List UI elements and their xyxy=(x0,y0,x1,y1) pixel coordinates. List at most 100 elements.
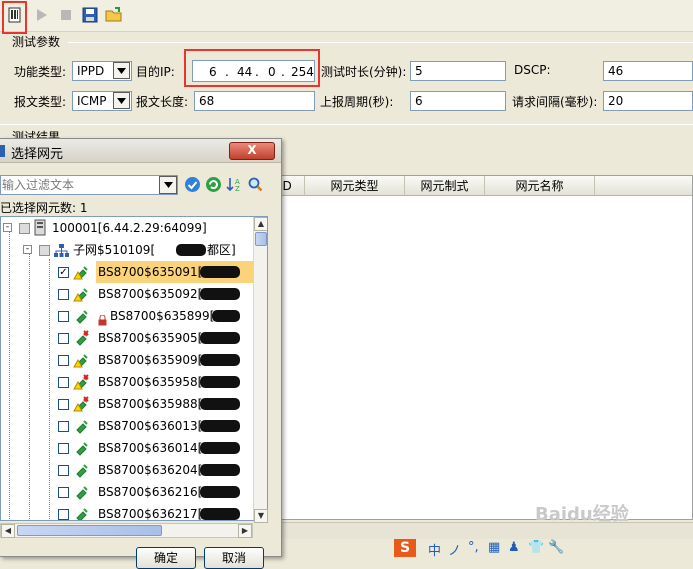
scroll-down-icon[interactable]: ▼ xyxy=(254,509,268,523)
ime-item[interactable]: 中 xyxy=(428,540,441,559)
ip-octet-2[interactable]: 44 xyxy=(237,63,252,81)
duration-input[interactable]: 5 xyxy=(410,61,506,81)
redacted-text xyxy=(200,420,240,432)
func-type-select[interactable]: IPPD xyxy=(72,61,132,81)
chevron-down-icon[interactable] xyxy=(113,62,130,79)
ne-list-item[interactable]: BS8700$635988[L][ xyxy=(1,393,253,415)
chevron-down-icon[interactable] xyxy=(159,176,177,194)
ne-list-item[interactable]: BS8700$635958[L][ xyxy=(1,371,253,393)
ne-checkbox[interactable] xyxy=(58,465,69,476)
col-header-ne-mode[interactable]: 网元制式 xyxy=(405,176,485,196)
subnet-label: 子网$510109[ xyxy=(73,243,156,257)
collapse-icon[interactable]: - xyxy=(23,245,32,254)
redacted-text xyxy=(176,244,206,256)
ime-items: 中ノ °, ▦ ♟ 👕 🔧 xyxy=(428,540,588,559)
ip-octet-4[interactable]: 254 xyxy=(291,63,314,81)
ip-dot: . xyxy=(255,65,259,79)
collapse-icon[interactable]: - xyxy=(3,223,12,232)
ne-list-item[interactable]: BS8700$636013[L][ xyxy=(1,415,253,437)
check-all-icon[interactable] xyxy=(184,176,201,196)
params-bottom-divider xyxy=(0,124,693,125)
cancel-button[interactable]: 取消 xyxy=(204,547,264,569)
scroll-thumb[interactable] xyxy=(255,232,267,246)
dialog-titlebar[interactable]: 选择网元 X xyxy=(0,139,281,163)
chevron-down-icon[interactable] xyxy=(113,92,130,109)
ne-list-item[interactable]: BS8700$635092[L][ xyxy=(1,283,253,305)
ne-checkbox[interactable] xyxy=(58,289,69,300)
col-header-ne-name[interactable]: 网元名称 xyxy=(485,176,595,196)
save-icon[interactable] xyxy=(81,6,99,24)
scroll-right-icon[interactable]: ▶ xyxy=(238,524,252,538)
open-folder-icon[interactable] xyxy=(105,6,123,24)
ip-dot: . xyxy=(281,65,285,79)
ne-list-item[interactable]: BS8700$636014[L][ xyxy=(1,437,253,459)
dialog-title: 选择网元 xyxy=(11,147,64,162)
ne-checkbox[interactable] xyxy=(58,487,69,498)
search-icon[interactable] xyxy=(247,176,264,196)
packet-type-select[interactable]: ICMP xyxy=(72,91,132,111)
ne-checkbox[interactable] xyxy=(58,355,69,366)
close-button[interactable]: X xyxy=(229,142,275,160)
dest-ip-input[interactable]: 6 . 44 . 0 . 254 xyxy=(192,60,315,82)
ne-checkbox[interactable] xyxy=(58,399,69,410)
ne-list-item[interactable]: BS8700$635905[L][ xyxy=(1,327,253,349)
ne-checkbox[interactable]: ✓ xyxy=(58,267,69,278)
col-header-ne-type[interactable]: 网元类型 xyxy=(305,176,405,196)
ne-checkbox[interactable] xyxy=(58,421,69,432)
sogou-icon[interactable]: S xyxy=(394,539,416,557)
func-type-value: IPPD xyxy=(77,64,105,78)
scroll-thumb[interactable] xyxy=(17,525,162,536)
packet-len-input[interactable]: 68 xyxy=(194,91,315,111)
ne-checkbox[interactable] xyxy=(58,311,69,322)
tree-root-row[interactable]: - 100001[6.44.2.29:64099] xyxy=(1,217,253,239)
ne-checkbox[interactable] xyxy=(58,377,69,388)
root-checkbox[interactable] xyxy=(19,223,30,234)
report-period-label: 上报周期(秒): xyxy=(320,95,394,109)
ip-dot: . xyxy=(225,65,229,79)
ip-octet-1[interactable]: 6 xyxy=(209,63,217,81)
ne-checkbox[interactable] xyxy=(58,443,69,454)
ime-item[interactable]: ♟ xyxy=(508,540,520,555)
stop-icon[interactable] xyxy=(57,6,75,24)
ne-list-item[interactable]: ✓ BS8700$635091[L][ xyxy=(1,261,253,283)
ime-item[interactable]: °, xyxy=(468,540,479,555)
redacted-text xyxy=(200,508,240,520)
play-icon[interactable] xyxy=(32,6,50,24)
ne-list-item[interactable]: BS8700$636204[L][ xyxy=(1,459,253,481)
dscp-input[interactable]: 46 xyxy=(603,61,693,81)
horizontal-scrollbar[interactable]: ◀ ▶ xyxy=(0,523,253,538)
tree-subnet-row[interactable]: - 子网$510109[ 都区] xyxy=(1,239,253,261)
vertical-scrollbar[interactable]: ▲ xyxy=(253,217,267,520)
selected-count: 已选择网元数: 1 xyxy=(0,201,88,215)
ne-list-item[interactable]: BS8700$635899[L][ xyxy=(1,305,253,327)
ne-list-item[interactable]: BS8700$635909[L][ xyxy=(1,349,253,371)
ne-checkbox[interactable] xyxy=(58,333,69,344)
ime-item[interactable]: ノ xyxy=(448,540,461,559)
redacted-text xyxy=(200,354,240,366)
sort-icon[interactable]: AZ xyxy=(226,176,243,196)
ip-octet-3[interactable]: 0 xyxy=(268,63,276,81)
ne-list-item[interactable]: BS8700$636217[L][ xyxy=(1,503,253,520)
svg-text:Z: Z xyxy=(235,185,240,193)
results-table[interactable]: ID 网元类型 网元制式 网元名称 xyxy=(258,175,693,520)
subnet-checkbox[interactable] xyxy=(39,245,50,256)
ime-item[interactable]: 👕 xyxy=(528,540,544,555)
scroll-up-icon[interactable]: ▲ xyxy=(254,217,267,231)
ok-button[interactable]: 确定 xyxy=(136,547,196,569)
ne-checkbox[interactable] xyxy=(58,509,69,520)
ne-list-item[interactable]: BS8700$636216[L][ xyxy=(1,481,253,503)
select-ne-icon[interactable] xyxy=(6,6,24,24)
ime-item[interactable]: ▦ xyxy=(488,540,500,555)
redacted-text xyxy=(200,266,240,278)
ne-tree[interactable]: - 100001[6.44.2.29:64099] - 子网$510109[ 都… xyxy=(0,216,268,521)
refresh-icon[interactable] xyxy=(205,176,222,196)
filter-input[interactable]: 输入过滤文本 xyxy=(0,175,178,195)
watermark: Baidu经验 xyxy=(535,504,629,525)
scroll-left-icon[interactable]: ◀ xyxy=(1,524,15,538)
interval-input[interactable]: 20 xyxy=(603,91,693,111)
redacted-text xyxy=(200,486,240,498)
report-period-input[interactable]: 6 xyxy=(410,91,506,111)
subnet-suffix: 都区] xyxy=(207,243,236,257)
ime-item[interactable]: 🔧 xyxy=(548,540,564,555)
packet-type-label: 报文类型: xyxy=(14,95,67,109)
